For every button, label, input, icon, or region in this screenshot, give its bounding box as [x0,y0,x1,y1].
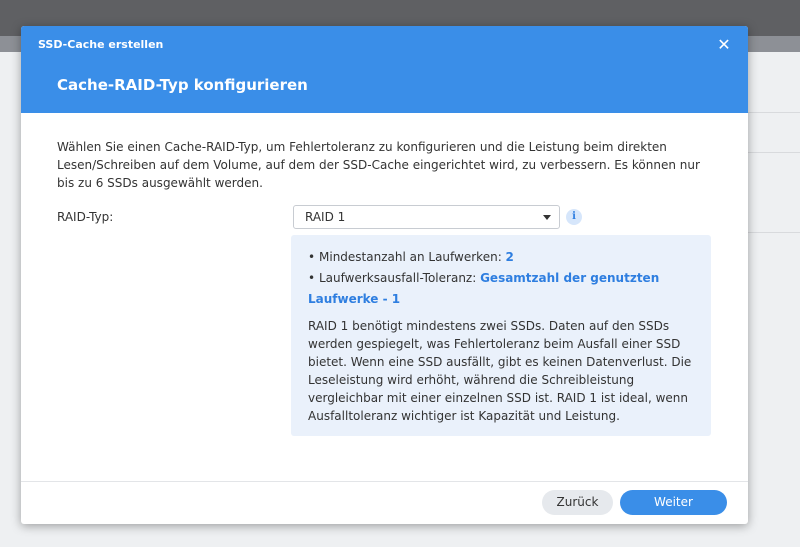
ssd-cache-dialog: SSD-Cache erstellen ✕ Cache-RAID-Typ kon… [21,26,748,524]
step-title: Cache-RAID-Typ konfigurieren [57,76,308,94]
raid-type-label: RAID-Typ: [57,210,114,224]
background-divider [740,232,800,233]
footer-divider [21,481,748,482]
raid-description: RAID 1 benötigt mindestens zwei SSDs. Da… [308,319,692,423]
raid-type-select[interactable]: RAID 1 [293,205,560,229]
fault-tolerance-label: Laufwerksausfall-Toleranz: [319,271,481,285]
raid-info-box: • Mindestanzahl an Laufwerken: 2 • Laufwer… [291,235,711,436]
background-divider [740,112,800,113]
chevron-down-icon [543,215,551,220]
info-icon[interactable]: i [566,209,582,225]
close-icon[interactable]: ✕ [714,35,734,55]
back-button[interactable]: Zurück [542,490,613,515]
min-drives-label: Mindestanzahl an Laufwerken: [319,250,506,264]
window-title: SSD-Cache erstellen [38,38,164,51]
description-text: Wählen Sie einen Cache-RAID-Typ, um Fehl… [57,140,700,190]
min-drives-value: 2 [505,250,514,264]
raid-type-selected-value: RAID 1 [305,210,346,224]
dialog-header: SSD-Cache erstellen ✕ Cache-RAID-Typ kon… [21,26,748,113]
bullet-icon: • [308,250,316,264]
next-button[interactable]: Weiter [620,490,727,515]
bullet-icon: • [308,271,316,285]
fault-tolerance-bullet: • Laufwerksausfall-Toleranz: Gesamtzahl d… [308,268,698,310]
min-drives-bullet: • Mindestanzahl an Laufwerken: 2 [308,247,514,268]
background-divider [740,152,800,153]
